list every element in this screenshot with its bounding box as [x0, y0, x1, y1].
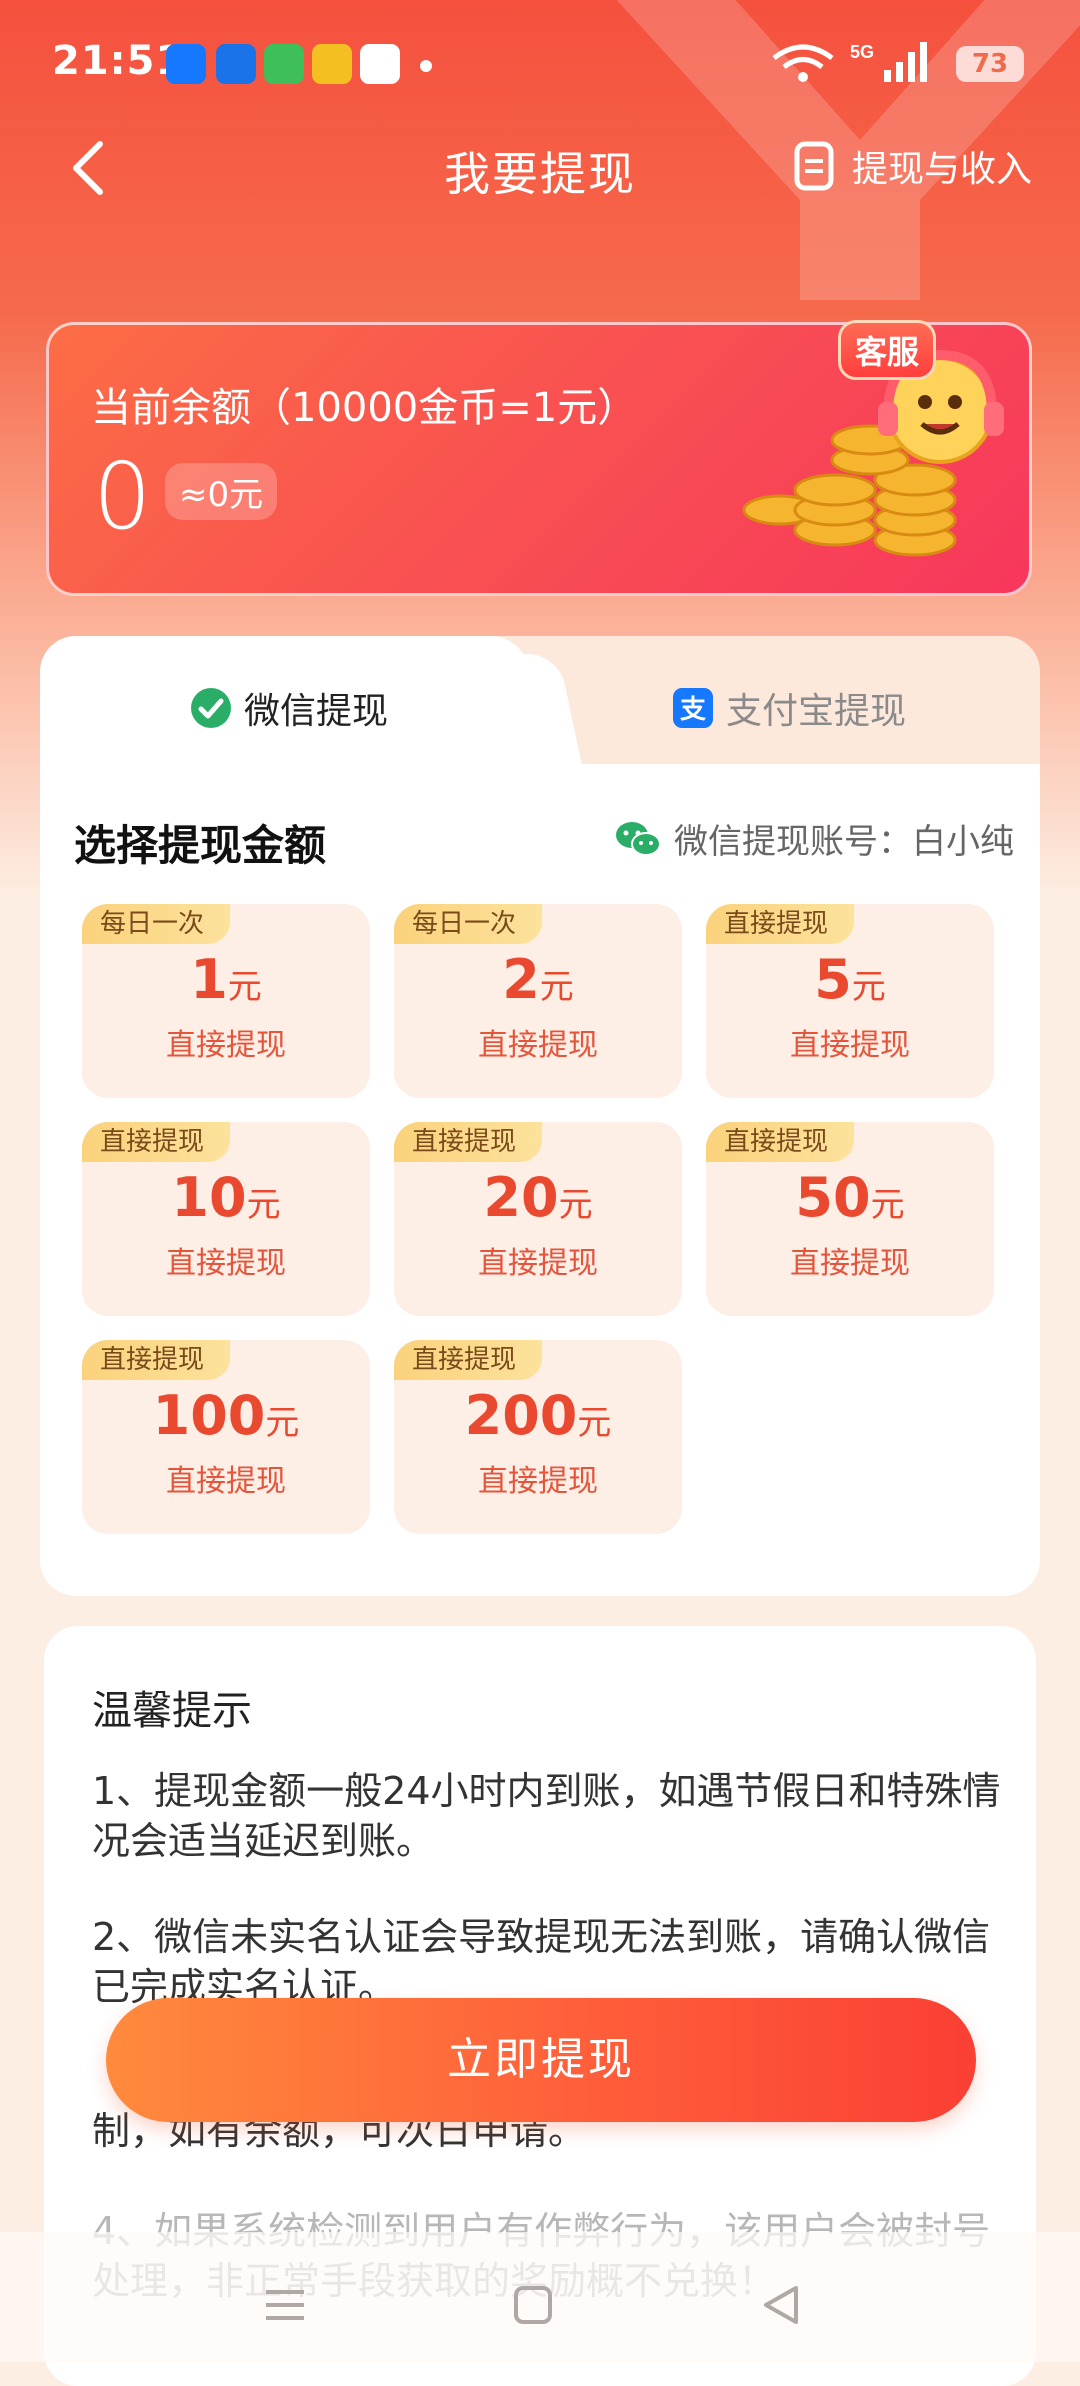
- amount-subtitle: 直接提现: [478, 1246, 598, 1281]
- withdraw-panel: 微信提现 支 支付宝提现 选择提现金额 微信提现账号：白小纯 每日一次 1元 直…: [40, 636, 1040, 1596]
- tab-bar: 微信提现 支 支付宝提现: [40, 636, 1040, 764]
- amount-value: 10元: [171, 1166, 281, 1229]
- amount-option-2[interactable]: 每日一次 2元 直接提现: [394, 904, 682, 1098]
- tab-alipay-withdraw[interactable]: 支 支付宝提现: [672, 682, 906, 734]
- signal-icon: 5G: [850, 42, 927, 82]
- records-button[interactable]: 提现与收入: [794, 140, 1032, 192]
- amount-subtitle: 直接提现: [166, 1028, 286, 1063]
- amount-badge: 每日一次: [82, 904, 231, 944]
- withdraw-now-button[interactable]: 立即提现: [106, 1998, 976, 2122]
- home-icon[interactable]: [510, 2282, 556, 2328]
- amount-subtitle: 直接提现: [790, 1028, 910, 1063]
- tab-label: 支付宝提现: [726, 691, 907, 732]
- alipay-icon: 支: [673, 688, 713, 728]
- amount-value: 20元: [483, 1166, 593, 1229]
- customer-service-button[interactable]: 客服: [838, 320, 937, 380]
- amount-badge: 每日一次: [394, 904, 543, 944]
- balance-label: 当前余额（10000金币=1元）: [91, 385, 638, 431]
- tip-item: 1、提现金额一般24小时内到账，如遇节假日和特殊情况会适当延迟到账。: [92, 1769, 1001, 1863]
- account-label: 微信提现账号：白小纯: [674, 822, 1014, 862]
- balance-approx: ≈0元: [165, 463, 278, 520]
- amount-option-200[interactable]: 直接提现 200元 直接提现: [394, 1340, 682, 1534]
- fan-icon: [216, 44, 256, 84]
- battery-indicator: 73: [956, 46, 1024, 82]
- amount-option-50[interactable]: 直接提现 50元 直接提现: [706, 1122, 994, 1316]
- amount-option-1[interactable]: 每日一次 1元 直接提现: [82, 904, 370, 1098]
- wechat-chat-icon: [616, 821, 661, 856]
- wechat-account: 微信提现账号：白小纯: [614, 814, 1014, 863]
- amount-subtitle: 直接提现: [166, 1464, 286, 1499]
- status-time: 21:51: [52, 38, 185, 84]
- amount-subtitle: 直接提现: [478, 1028, 598, 1063]
- amount-value: 50元: [795, 1166, 905, 1229]
- tab-label: 微信提现: [244, 691, 389, 732]
- tip-item: 2、微信未实名认证会导致提现无法到账，请确认微信已完成实名认证。: [92, 1915, 991, 2009]
- amount-value: 5元: [814, 948, 886, 1011]
- document-icon: [794, 141, 834, 191]
- amount-subtitle: 直接提现: [166, 1246, 286, 1281]
- status-bar: 21:51 5G 73: [0, 0, 1080, 130]
- svg-text:支: 支: [680, 695, 706, 725]
- wifi-icon: [772, 44, 834, 82]
- amount-value: 100元: [152, 1384, 300, 1447]
- amount-subtitle: 直接提现: [478, 1464, 598, 1499]
- tips-title: 温馨提示: [92, 1688, 252, 1734]
- qq-icon: [360, 44, 400, 84]
- amount-value: 2元: [502, 948, 574, 1011]
- amount-option-100[interactable]: 直接提现 100元 直接提现: [82, 1340, 370, 1534]
- balance-value: 0: [93, 443, 152, 550]
- weibo-icon: [312, 44, 352, 84]
- menu-icon[interactable]: [262, 2282, 308, 2328]
- amount-value: 1元: [190, 948, 262, 1011]
- amount-badge: 直接提现: [394, 1122, 543, 1162]
- amount-option-5[interactable]: 直接提现 5元 直接提现: [706, 904, 994, 1098]
- network-label: 5G: [850, 42, 874, 62]
- amount-value: 200元: [464, 1384, 612, 1447]
- shield-icon: [264, 44, 304, 84]
- amount-badge: 直接提现: [394, 1340, 543, 1380]
- amount-option-10[interactable]: 直接提现 10元 直接提现: [82, 1122, 370, 1316]
- amount-badge: 直接提现: [82, 1122, 231, 1162]
- wechat-icon: [191, 688, 231, 728]
- amount-subtitle: 直接提现: [790, 1246, 910, 1281]
- tab-wechat-withdraw[interactable]: 微信提现: [190, 682, 388, 734]
- notification-dot: [420, 60, 432, 72]
- system-nav-bar: [0, 2232, 1080, 2362]
- amount-badge: 直接提现: [82, 1340, 231, 1380]
- amount-badge: 直接提现: [706, 1122, 855, 1162]
- alipay-icon: [166, 44, 206, 84]
- section-title: 选择提现金额: [74, 821, 327, 870]
- back-nav-icon[interactable]: [758, 2282, 804, 2328]
- amount-option-20[interactable]: 直接提现 20元 直接提现: [394, 1122, 682, 1316]
- amount-badge: 直接提现: [706, 904, 855, 944]
- records-label: 提现与收入: [851, 149, 1032, 190]
